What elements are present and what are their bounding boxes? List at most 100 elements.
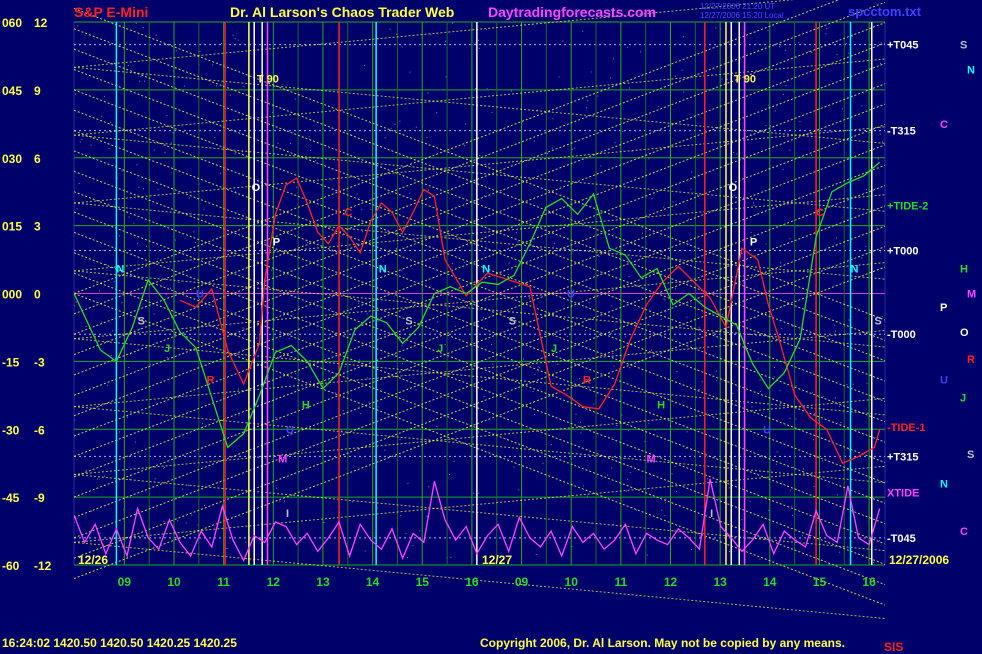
chart-marker-label: J bbox=[164, 343, 170, 355]
star-dot bbox=[753, 204, 755, 206]
star-dot bbox=[106, 384, 108, 386]
star-dot bbox=[773, 376, 775, 378]
star-dot bbox=[629, 472, 631, 474]
star-dot bbox=[389, 28, 391, 30]
star-dot bbox=[85, 470, 87, 472]
chart-marker-label: S bbox=[509, 316, 516, 328]
star-dot bbox=[834, 330, 836, 332]
star-dot bbox=[185, 522, 187, 524]
star-dot bbox=[121, 302, 123, 304]
chart-marker-label: R bbox=[207, 374, 215, 386]
star-dot bbox=[163, 521, 165, 523]
star-dot bbox=[628, 430, 630, 432]
flux-line-shallow bbox=[73, 397, 886, 475]
star-dot bbox=[845, 42, 847, 44]
star-dot bbox=[478, 492, 480, 494]
star-dot bbox=[452, 263, 454, 265]
star-dot bbox=[798, 42, 800, 44]
star-dot bbox=[212, 64, 214, 66]
site-link[interactable]: Daytradingforecasts.com bbox=[488, 4, 656, 20]
star-dot bbox=[673, 530, 675, 532]
star-dot bbox=[449, 474, 451, 476]
star-dot bbox=[238, 414, 240, 416]
star-dot bbox=[591, 71, 593, 73]
star-dot bbox=[671, 473, 673, 475]
star-dot bbox=[483, 195, 485, 197]
chart-marker-label: O bbox=[252, 182, 261, 194]
chart-marker-label: N bbox=[379, 264, 387, 276]
star-dot bbox=[812, 391, 814, 393]
right-level-label: -T045 bbox=[887, 533, 916, 545]
star-dot bbox=[377, 320, 379, 322]
chart-marker-label: P bbox=[750, 236, 757, 248]
date-label-end: 12/27/2006 bbox=[889, 553, 949, 567]
star-dot bbox=[773, 366, 775, 368]
y-axis-label-inner: 6 bbox=[34, 152, 41, 166]
star-dot bbox=[677, 531, 679, 533]
star-dot bbox=[757, 358, 759, 360]
chart-marker-label: T 90 bbox=[734, 74, 756, 86]
star-dot bbox=[780, 262, 782, 264]
star-dot bbox=[401, 344, 403, 346]
star-dot bbox=[517, 241, 519, 243]
star-dot bbox=[395, 248, 397, 250]
star-dot bbox=[390, 128, 392, 130]
star-dot bbox=[323, 522, 325, 524]
flux-line-shallow bbox=[73, 134, 886, 212]
star-dot bbox=[377, 507, 379, 509]
planet-key-label: S bbox=[960, 40, 967, 52]
star-dot bbox=[409, 71, 411, 73]
star-dot bbox=[631, 151, 633, 153]
y-axis-label-outer: 000 bbox=[2, 288, 22, 302]
star-dot bbox=[234, 153, 236, 155]
star-dot bbox=[121, 170, 123, 172]
flux-line bbox=[73, 266, 886, 580]
flux-line-shallow bbox=[73, 406, 886, 484]
x-tick-label: 10 bbox=[565, 575, 579, 589]
star-dot bbox=[790, 489, 792, 491]
star-dot bbox=[112, 330, 114, 332]
star-dot bbox=[726, 78, 728, 80]
planet-key-label: N bbox=[967, 65, 975, 77]
star-dot bbox=[809, 270, 811, 272]
data-file-name: spcctom.txt bbox=[848, 4, 921, 19]
star-dot bbox=[439, 218, 441, 220]
star-dot bbox=[182, 488, 184, 490]
star-dot bbox=[486, 88, 488, 90]
star-dot bbox=[813, 486, 815, 488]
star-dot bbox=[593, 403, 595, 405]
star-dot bbox=[736, 153, 738, 155]
y-axis-label-outer: 015 bbox=[2, 220, 22, 234]
star-dot bbox=[344, 366, 346, 368]
chart-marker-label: I bbox=[286, 508, 289, 520]
star-dot bbox=[133, 222, 135, 224]
y-axis-label-outer: -45 bbox=[2, 491, 20, 505]
star-dot bbox=[614, 142, 616, 144]
star-dot bbox=[799, 121, 801, 123]
chart-marker-label: U bbox=[196, 289, 204, 301]
planet-key-label: N bbox=[940, 479, 948, 491]
star-dot bbox=[242, 327, 244, 329]
star-dot bbox=[529, 297, 531, 299]
star-dot bbox=[364, 550, 366, 552]
star-dot bbox=[621, 414, 623, 416]
star-dot bbox=[412, 545, 414, 547]
star-dot bbox=[848, 449, 850, 451]
star-dot bbox=[539, 367, 541, 369]
star-dot bbox=[547, 153, 549, 155]
y-axis-label-outer: -30 bbox=[2, 423, 20, 437]
star-dot bbox=[836, 494, 838, 496]
star-dot bbox=[427, 92, 429, 94]
planet-key-label: C bbox=[940, 119, 948, 131]
star-dot bbox=[814, 412, 816, 414]
star-dot bbox=[582, 30, 584, 32]
star-dot bbox=[881, 315, 883, 317]
star-dot bbox=[648, 422, 650, 424]
star-dot bbox=[113, 281, 115, 283]
star-dot bbox=[791, 514, 793, 516]
chart-marker-label: S bbox=[405, 316, 412, 328]
star-dot bbox=[802, 535, 804, 537]
star-dot bbox=[681, 69, 683, 71]
star-dot bbox=[665, 311, 667, 313]
star-dot bbox=[848, 319, 850, 321]
